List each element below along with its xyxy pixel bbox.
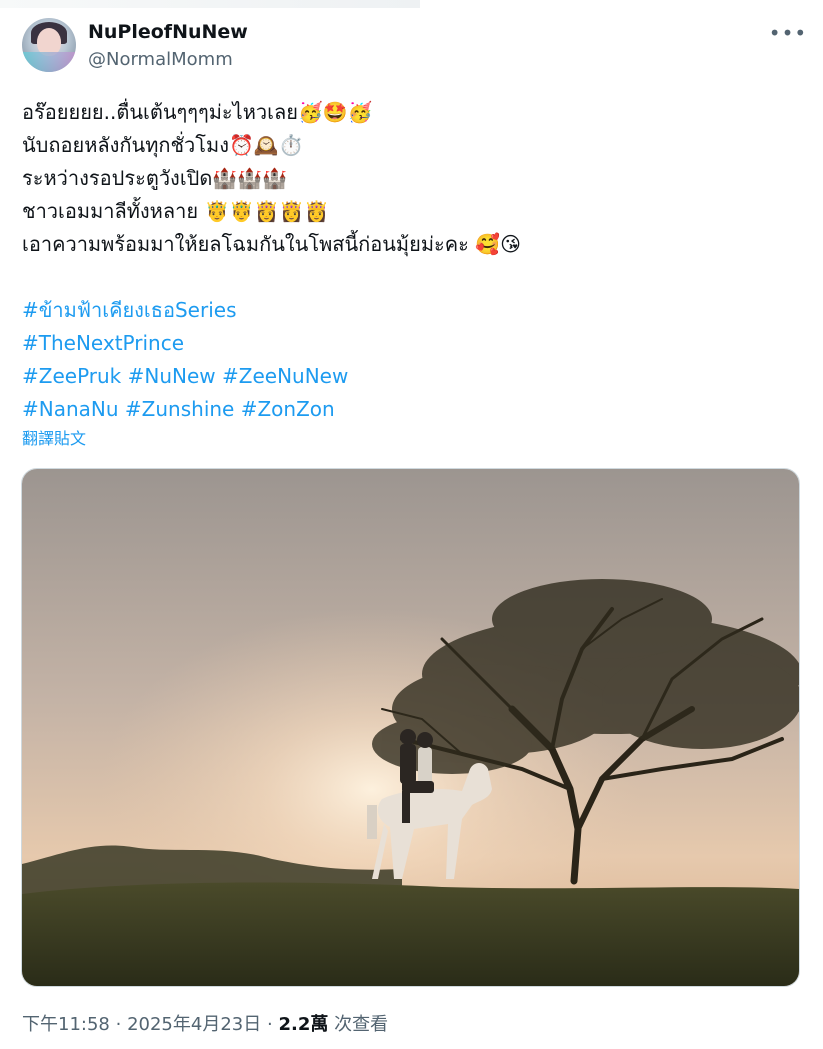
hashtag-link[interactable]: #TheNextPrince xyxy=(22,331,184,355)
tweet-line-text: ระหว่างรอประตูวังเปิด xyxy=(22,166,213,190)
tweet-line-text: นับถอยหลังกันทุกชั่วโมง xyxy=(22,133,229,157)
views-label: 次查看 xyxy=(334,1014,389,1035)
photo-scene xyxy=(22,469,799,986)
hashtag-link[interactable]: #ข้ามฟ้าเคียงเธอSeries xyxy=(22,298,237,322)
tweet-photo[interactable] xyxy=(21,468,800,987)
hashtag-link[interactable]: #ZonZon xyxy=(241,397,335,421)
tweet-line-emoji: 🥳🤩🥳 xyxy=(297,100,373,124)
tweet-line: นับถอยหลังกันทุกชั่วโมง⏰🕰️⏱️ xyxy=(22,129,802,162)
tweet-line-emoji: 🤴🤴👸👸👸 xyxy=(204,199,329,223)
hashtag-link[interactable]: #NanaNu xyxy=(22,397,119,421)
hashtag-line: #ข้ามฟ้าเคียงเธอSeries xyxy=(22,294,802,327)
tweet-line: เอาความพร้อมมาให้ยลโฉมกันในโพสนี้ก่อนมุ้… xyxy=(22,228,802,261)
hashtag-line: #NanaNu #Zunshine #ZonZon xyxy=(22,393,802,426)
tweet-line: ชาวเอมมาลีทั้งหลาย 🤴🤴👸👸👸 xyxy=(22,195,802,228)
tweet-line-text: เอาความพร้อมมาให้ยลโฉมกันในโพสนี้ก่อนมุ้… xyxy=(22,232,476,256)
hashtag-link[interactable]: #NuNew xyxy=(128,364,216,388)
tweet-line-emoji: 🏰🏰🏰 xyxy=(212,166,288,190)
meta-separator: · xyxy=(115,1014,122,1035)
avatar-overlay xyxy=(22,52,76,72)
meta-separator: · xyxy=(266,1014,273,1035)
tweet-text: อร๊อยยยย..ตื่นเต้นๆๆๆม่ะไหวเลย🥳🤩🥳 นับถอย… xyxy=(22,96,802,426)
hashtag-line: #TheNextPrince xyxy=(22,327,802,360)
more-horizontal-icon[interactable]: ••• xyxy=(768,18,808,48)
tweet-meta: 下午11:58 · 2025年4月23日 · 2.2萬 次查看 xyxy=(22,1012,388,1038)
avatar[interactable] xyxy=(22,18,76,72)
hashtag-link[interactable]: #Zunshine xyxy=(125,397,234,421)
tweet-line-text: อร๊อยยยย..ตื่นเต้นๆๆๆม่ะไหวเลย xyxy=(22,100,298,124)
hashtag-link[interactable]: #ZeeNuNew xyxy=(222,364,348,388)
post-date[interactable]: 2025年4月23日 xyxy=(127,1014,261,1035)
post-time[interactable]: 下午11:58 xyxy=(22,1014,110,1035)
tweet-line-emoji: 🥰😘 xyxy=(475,232,521,256)
author-name[interactable]: NuPleofNuNew xyxy=(88,20,248,44)
top-edge xyxy=(0,0,420,8)
tweet-line: ระหว่างรอประตูวังเปิด🏰🏰🏰 xyxy=(22,162,802,195)
views-count: 2.2萬 xyxy=(278,1014,329,1035)
hashtag-link[interactable]: #ZeePruk xyxy=(22,364,121,388)
tweet-line-emoji: ⏰🕰️⏱️ xyxy=(228,133,304,157)
author-handle[interactable]: @NormalMomm xyxy=(88,48,233,72)
hashtag-line: #ZeePruk #NuNew #ZeeNuNew xyxy=(22,360,802,393)
tweet-line-text: ชาวเอมมาลีทั้งหลาย xyxy=(22,199,205,223)
tweet-line: อร๊อยยยย..ตื่นเต้นๆๆๆม่ะไหวเลย🥳🤩🥳 xyxy=(22,96,802,129)
translate-post-link[interactable]: 翻譯貼文 xyxy=(22,426,86,452)
